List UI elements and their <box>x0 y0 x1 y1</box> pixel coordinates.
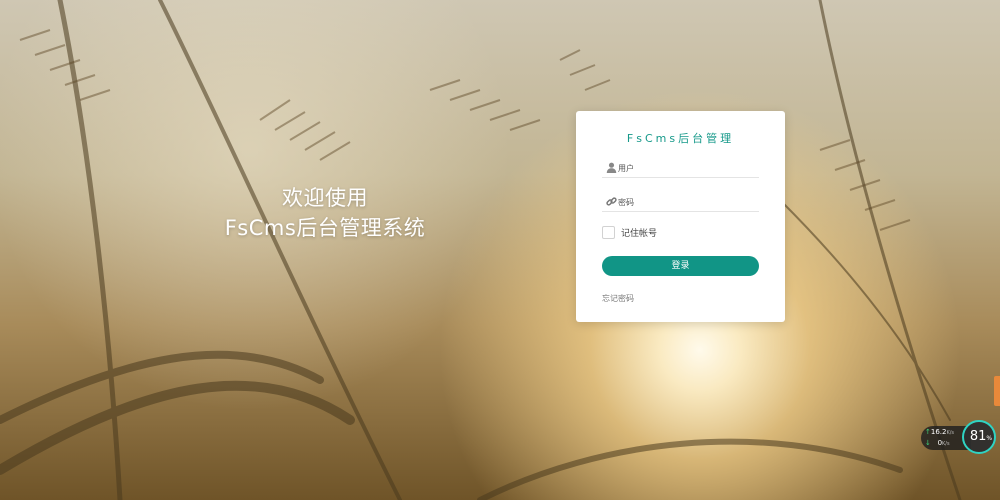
link-icon <box>606 197 617 206</box>
download-arrow-icon: ↓ <box>925 439 931 447</box>
user-icon <box>606 162 617 173</box>
upload-speed: ↑16.2K/s <box>925 428 954 436</box>
welcome-line-2: FsCms后台管理系统 <box>224 216 426 240</box>
usage-percent-gauge[interactable]: 81% <box>962 420 996 454</box>
password-input[interactable] <box>618 194 756 210</box>
side-tab-handle[interactable] <box>994 376 1000 406</box>
login-form: FsCms后台管理 记住帐号 登录 忘记密码 <box>576 111 785 322</box>
usage-percent-sign: % <box>986 435 993 442</box>
login-title: FsCms后台管理 <box>626 132 735 145</box>
login-page: 欢迎使用 FsCms后台管理系统 FsCms后台管理 记住帐号 登录 <box>0 0 1000 500</box>
network-monitor-widget[interactable]: ↑16.2K/s ↓ 0K/s 81% <box>921 419 999 457</box>
remember-checkbox[interactable] <box>602 226 615 239</box>
username-input[interactable] <box>618 160 756 176</box>
background-grass-image <box>0 0 962 500</box>
upload-speed-unit: K/s <box>946 430 955 436</box>
usage-percent-value: 81 <box>969 429 987 444</box>
password-field <box>602 194 759 212</box>
remember-label: 记住帐号 <box>621 229 658 239</box>
forgot-password-link[interactable]: 忘记密码 <box>602 293 634 304</box>
login-button[interactable]: 登录 <box>602 256 759 276</box>
username-field <box>602 160 759 178</box>
download-speed-unit: K/s <box>942 441 950 447</box>
welcome-heading: 欢迎使用 FsCms后台管理系统 <box>200 183 450 243</box>
download-speed: ↓ 0K/s <box>925 439 950 447</box>
upload-speed-value: 16.2 <box>930 428 947 436</box>
usage-percent-text: 81% <box>964 429 998 444</box>
welcome-line-1: 欢迎使用 <box>282 186 368 210</box>
